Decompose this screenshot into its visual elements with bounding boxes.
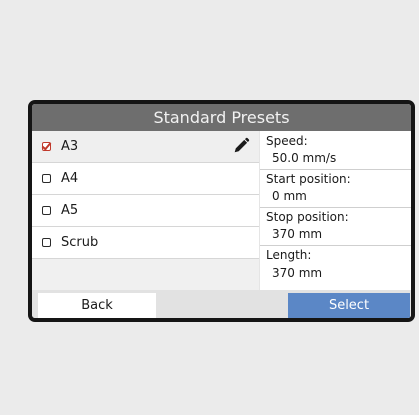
preset-label-a5: A5 [61, 203, 79, 218]
length-value: 370 mm [272, 266, 323, 280]
stop-position-label: Stop position: [266, 210, 349, 224]
preset-label-a3: A3 [61, 139, 79, 154]
preset-row-a4[interactable]: A4 [32, 163, 259, 195]
checkbox-a4[interactable] [42, 174, 51, 183]
select-button[interactable]: Select [288, 293, 410, 318]
pencil-icon[interactable] [232, 137, 250, 155]
standard-presets-dialog: Standard Presets A3 A4 A5 Scrub Speed: 5… [28, 100, 415, 322]
preset-label-scrub: Scrub [61, 235, 99, 250]
detail-divider [260, 207, 411, 208]
speed-label: Speed: [266, 134, 308, 148]
stop-position-value: 370 mm [272, 227, 323, 241]
preset-row-scrub[interactable]: Scrub [32, 227, 259, 259]
preset-label-a4: A4 [61, 171, 79, 186]
preset-row-a3[interactable]: A3 [32, 131, 259, 163]
detail-divider [260, 169, 411, 170]
speed-value: 50.0 mm/s [272, 151, 337, 165]
start-position-value: 0 mm [272, 189, 307, 203]
back-button[interactable]: Back [38, 293, 156, 318]
start-position-label: Start position: [266, 172, 351, 186]
button-bar: Back Select [32, 290, 411, 318]
list-empty-area [32, 259, 259, 290]
preset-list: A3 A4 A5 Scrub [32, 131, 259, 290]
length-label: Length: [266, 248, 312, 262]
preset-row-a5[interactable]: A5 [32, 195, 259, 227]
checkbox-a3[interactable] [42, 142, 51, 151]
preset-details-panel: Speed: 50.0 mm/s Start position: 0 mm St… [260, 131, 411, 290]
checkbox-a5[interactable] [42, 206, 51, 215]
checkbox-scrub[interactable] [42, 238, 51, 247]
dialog-title: Standard Presets [32, 104, 411, 131]
detail-divider [260, 245, 411, 246]
